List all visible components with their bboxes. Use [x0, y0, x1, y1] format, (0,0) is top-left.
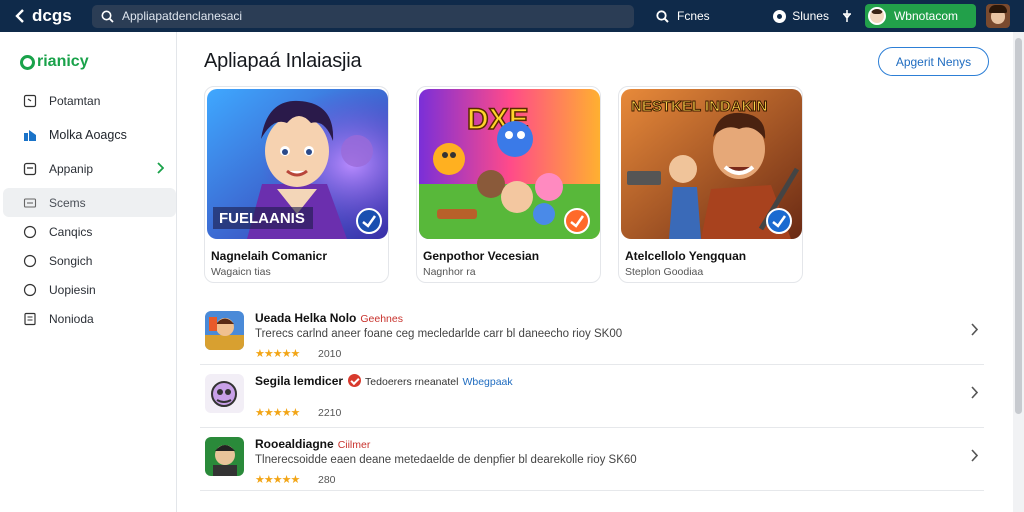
- top-bar: dcgs Fcnes Slunes Wbnotacom: [0, 0, 1024, 32]
- sidebar-item-appanip[interactable]: Appanip: [3, 154, 176, 183]
- search-bar[interactable]: [92, 4, 634, 28]
- status-toggle[interactable]: Slunes: [773, 9, 829, 23]
- rating-stars: ★★★★★: [255, 348, 300, 360]
- sidebar-item-label: Molka Aoagcs: [49, 127, 127, 142]
- scrollbar[interactable]: [1013, 32, 1024, 512]
- search-button[interactable]: Fcnes: [656, 9, 710, 23]
- grid-icon: [23, 197, 37, 208]
- app-tag: Ciilmer: [337, 439, 371, 451]
- main-content: Apliapaá Inlaiasjia Apgerit Nenys FUELAA…: [178, 32, 1012, 512]
- list-item[interactable]: Ueada Helka Nolo Geehnes Trerecs carlnd a…: [200, 302, 984, 365]
- chart-icon: [24, 129, 36, 141]
- app-thumbnail: [205, 311, 244, 350]
- sidebar-item-label: Appanip: [49, 161, 94, 176]
- sidebar-nav: Potamtan Molka Aoagcs Appanip Scems Canq…: [3, 86, 176, 333]
- back-label: dcgs: [32, 6, 72, 25]
- sidebar-item-potamtan[interactable]: Potamtan: [3, 86, 176, 115]
- circle-icon: [23, 254, 37, 267]
- account-label: Wbnotacom: [893, 9, 958, 23]
- sidebar-item-label: Scems: [49, 195, 86, 210]
- chevron-right-icon[interactable]: [970, 386, 978, 399]
- rating-count: 280: [318, 474, 336, 486]
- list-item[interactable]: Rooealdiagne Ciilmer Tlnerecsoidde eaen d…: [200, 428, 984, 491]
- sidebar-item-molka[interactable]: Molka Aoagcs: [3, 120, 176, 149]
- sidebar: rianicy Potamtan Molka Aoagcs Appanip Sc…: [0, 32, 177, 512]
- featured-card-title: Atelcellolo Yengquan: [625, 249, 747, 263]
- featured-card[interactable]: DXE Genpothor Vecesian Nagnhor ra: [416, 86, 601, 283]
- logo-text: rianicy: [37, 53, 89, 70]
- banner-text: NESTKEL INDAKIN: [631, 98, 767, 115]
- search-input[interactable]: [122, 9, 622, 23]
- app-tag-link[interactable]: Wbegpaak: [462, 376, 512, 388]
- featured-card[interactable]: NESTKEL INDAKIN Atelcellolo Yengquan Ste…: [618, 86, 803, 283]
- sidebar-item-scems[interactable]: Scems: [3, 188, 176, 217]
- view-all-button[interactable]: Apgerit Nenys: [878, 47, 989, 76]
- sidebar-item-label: Uopiesin: [49, 282, 96, 297]
- rating-stars: ★★★★★: [255, 407, 300, 419]
- search-icon: [101, 10, 114, 23]
- sidebar-item-nonioda[interactable]: Nonioda: [3, 304, 176, 333]
- document-icon: [24, 312, 36, 325]
- sidebar-item-canqics[interactable]: Canqics: [3, 217, 176, 246]
- app-tag: Tedoerers rneanatel: [365, 376, 459, 388]
- logo[interactable]: rianicy: [20, 53, 89, 71]
- chevron-right-icon[interactable]: [970, 449, 978, 462]
- featured-card-subtitle: Steplon Goodiaa: [625, 266, 704, 278]
- verified-icon: [348, 374, 362, 387]
- chevron-right-icon[interactable]: [970, 323, 978, 336]
- rating-count: 2010: [318, 348, 342, 360]
- app-thumbnail: [205, 374, 244, 413]
- scrollbar-thumb[interactable]: [1015, 38, 1022, 414]
- search-button-label: Fcnes: [677, 9, 710, 23]
- sidebar-item-label: Canqics: [49, 224, 93, 239]
- app-name: Rooealdiagne Ciilmer: [255, 437, 371, 451]
- account-button[interactable]: Wbnotacom: [864, 4, 976, 28]
- app-description: Trerecs carlnd aneer foane ceg mecledarl…: [255, 328, 623, 340]
- pin-icon[interactable]: [841, 9, 853, 23]
- status-label: Slunes: [792, 9, 829, 23]
- profile-avatar[interactable]: [986, 4, 1010, 28]
- sidebar-item-songich[interactable]: Songich: [3, 246, 176, 275]
- list-item[interactable]: Segila lemdicer Tedoerers rneanatel Wbegpa…: [200, 365, 984, 428]
- featured-card-subtitle: Nagnhor ra: [423, 266, 476, 278]
- app-thumbnail: [205, 437, 244, 476]
- featured-card-title: Genpothor Vecesian: [423, 249, 540, 263]
- app-icon: [23, 162, 37, 175]
- app-name: Ueada Helka Nolo Geehnes: [255, 311, 403, 325]
- square-icon: [23, 94, 37, 107]
- sidebar-item-uopiesin[interactable]: Uopiesin: [3, 275, 176, 304]
- avatar: [867, 7, 886, 25]
- back-button[interactable]: dcgs: [14, 6, 84, 26]
- search-icon: [656, 9, 669, 23]
- app-tag: Geehnes: [360, 313, 403, 325]
- app-list: Ueada Helka Nolo Geehnes Trerecs carlnd a…: [200, 302, 984, 491]
- sidebar-item-label: Potamtan: [49, 93, 101, 108]
- circle-icon: [23, 283, 37, 296]
- circle-icon: [23, 225, 37, 238]
- app-description: Tlnerecsoidde eaen deane metedaelde de d…: [255, 454, 637, 466]
- featured-card-title: Nagnelaih Comanicr: [211, 249, 328, 263]
- logo-ring-icon: [20, 54, 35, 70]
- banner-text: FUELAANIS: [219, 210, 305, 227]
- rating-count: 2210: [318, 407, 342, 419]
- featured-card-subtitle: Wagaicn tias: [211, 266, 271, 278]
- featured-card-image: NESTKEL INDAKIN: [621, 89, 802, 239]
- chevron-left-icon: [15, 9, 24, 23]
- rating-stars: ★★★★★: [255, 474, 300, 486]
- featured-card[interactable]: FUELAANIS Nagnelaih Comanicr Wagaicn tia…: [204, 86, 389, 283]
- app-name: Segila lemdicer Tedoerers rneanatel Wbegpa…: [255, 374, 513, 388]
- featured-card-image: FUELAANIS: [207, 89, 388, 239]
- chevron-right-icon: [157, 162, 164, 174]
- page-title: Apliapaá Inlaiasjia: [204, 50, 362, 72]
- sidebar-item-label: Nonioda: [49, 311, 94, 326]
- featured-card-image: DXE: [419, 89, 600, 239]
- radio-dot-icon: [773, 9, 787, 23]
- sidebar-item-label: Songich: [49, 253, 93, 268]
